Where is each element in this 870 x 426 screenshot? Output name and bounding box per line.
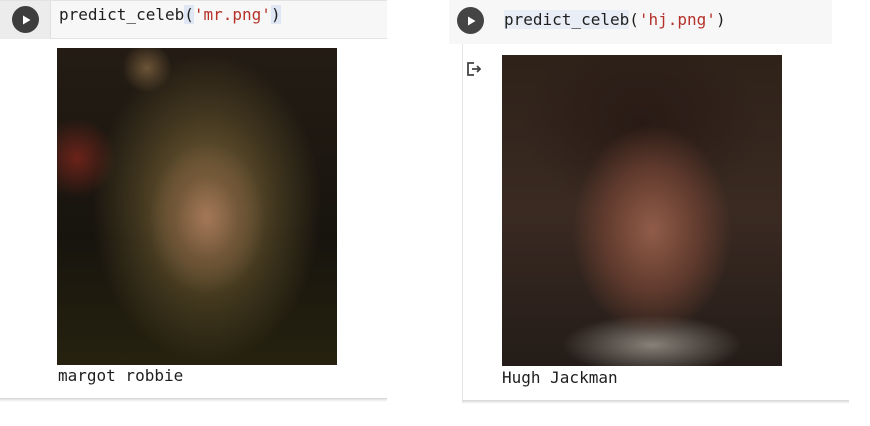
code-line[interactable]: predict_celeb('hj.png') [504, 10, 726, 29]
cell-shadow [462, 400, 849, 404]
code-line[interactable]: predict_celeb('mr.png') [59, 5, 281, 24]
output-image [57, 48, 337, 365]
close-paren: ) [715, 10, 726, 29]
open-paren: ( [184, 5, 194, 24]
run-cell-button[interactable] [457, 7, 484, 34]
code-editor[interactable]: predict_celeb('mr.png') [0, 0, 387, 39]
play-icon [467, 16, 475, 25]
notebook-page: predict_celeb('mr.png') margot robbie pr… [0, 0, 870, 426]
string-argument: 'mr.png' [193, 5, 271, 24]
code-editor[interactable]: predict_celeb('hj.png') [449, 0, 832, 44]
prediction-result: Hugh Jackman [502, 368, 618, 387]
cell-border [462, 44, 463, 402]
function-name: predict_celeb [59, 5, 185, 24]
cell-shadow [0, 398, 387, 402]
close-paren: ) [270, 5, 281, 24]
function-name: predict_celeb [504, 10, 630, 29]
string-argument: 'hj.png' [638, 10, 716, 29]
output-image [502, 55, 782, 366]
open-paren: ( [629, 10, 639, 29]
output-redirect-icon[interactable] [465, 60, 483, 78]
code-cell-mr: predict_celeb('mr.png') margot robbie [0, 0, 387, 402]
prediction-result: margot robbie [58, 366, 184, 385]
code-cell-hj: predict_celeb('hj.png') Hugh Jackman [449, 0, 849, 404]
gutter-divider [50, 1, 51, 39]
run-cell-button[interactable] [12, 6, 39, 33]
play-icon [22, 15, 30, 24]
